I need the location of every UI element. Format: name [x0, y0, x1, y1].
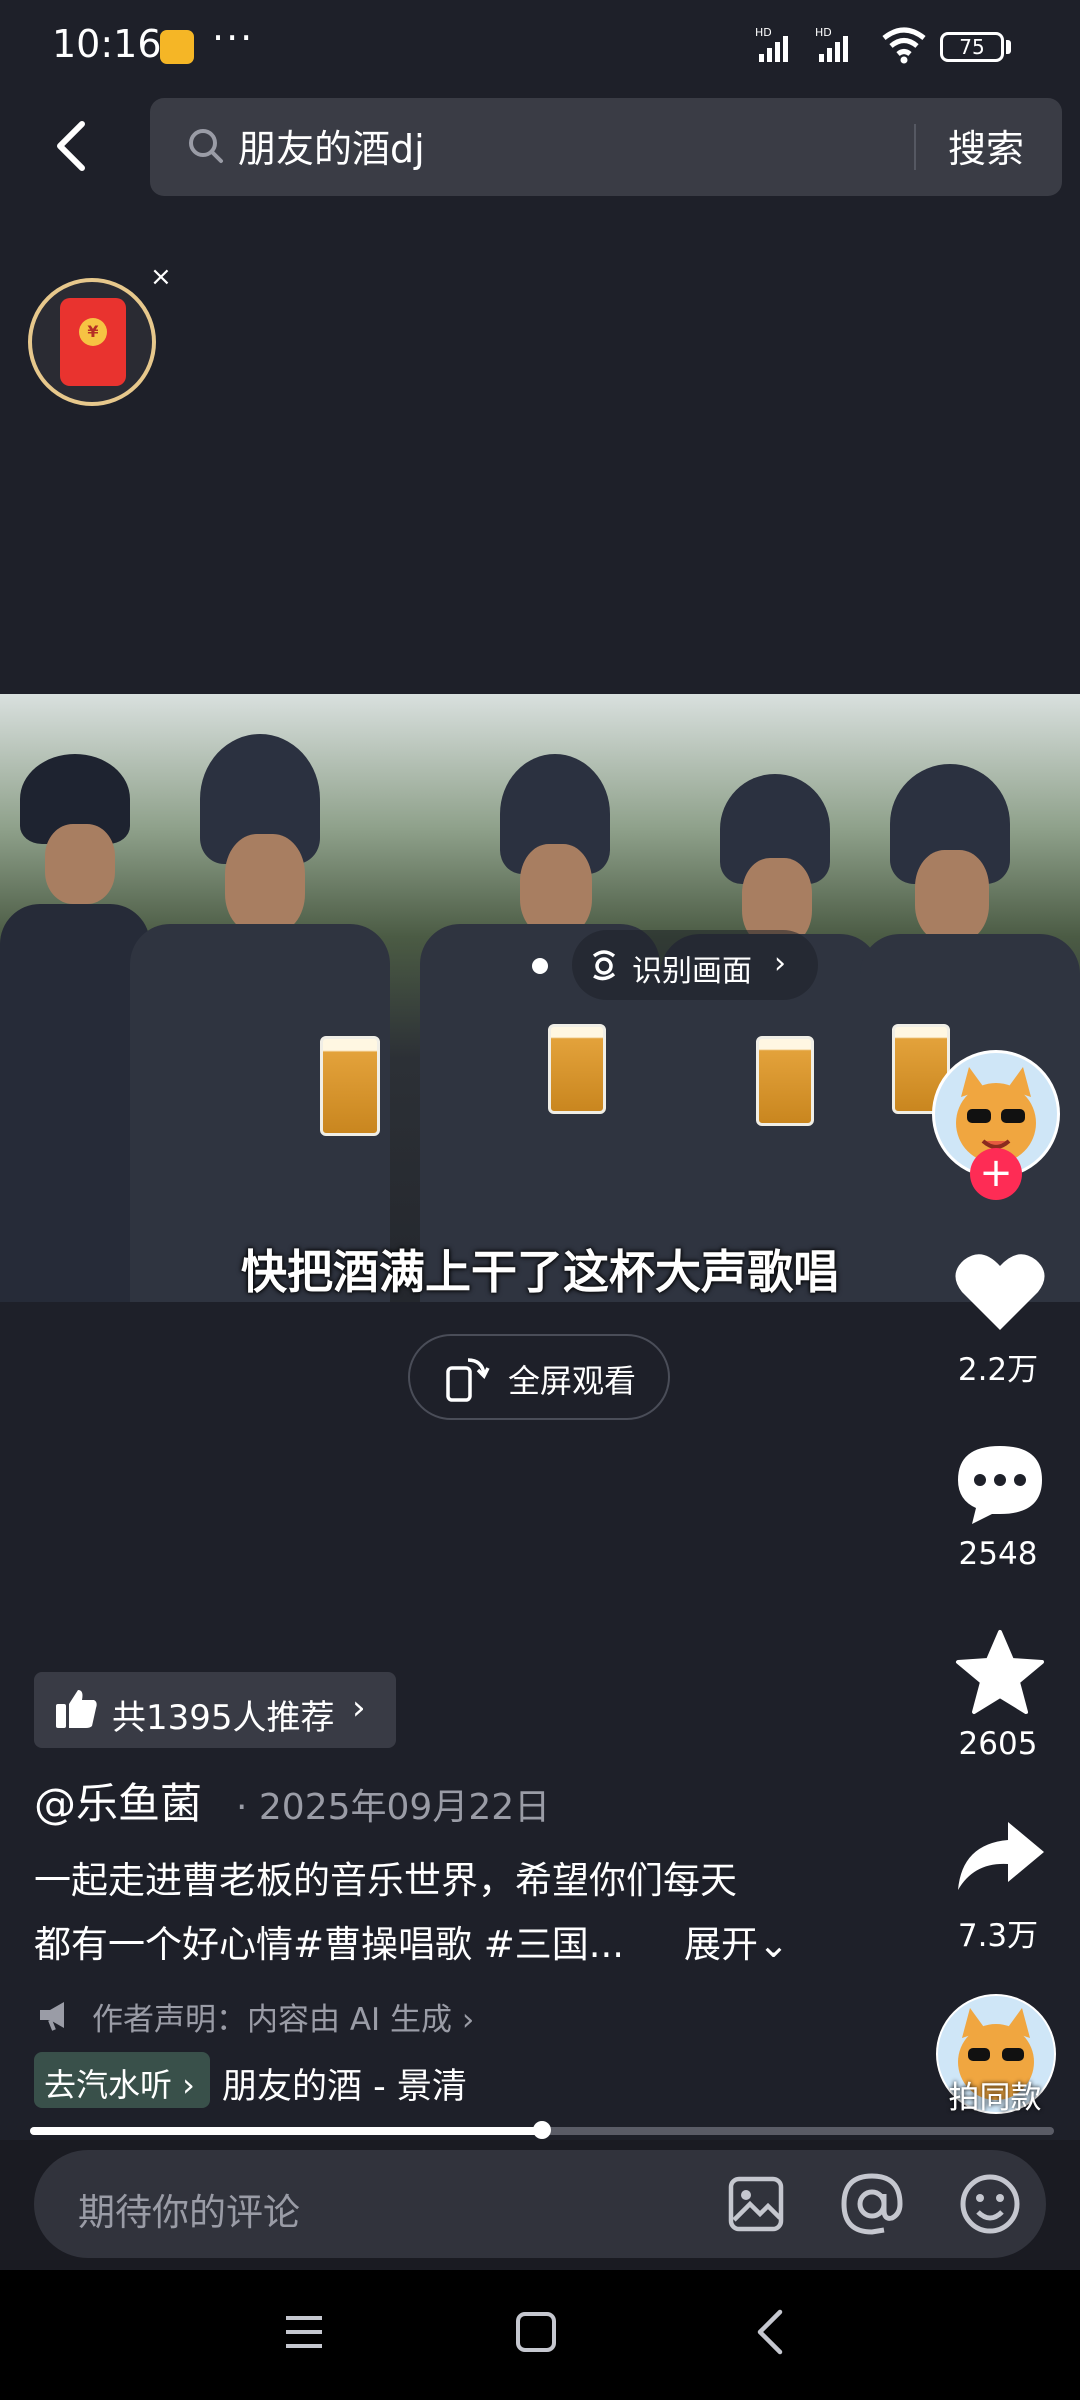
share-count: 7.3万 — [957, 1918, 1039, 1954]
post-date: · 2025年09月22日 — [236, 1787, 551, 1828]
svg-text:HD: HD — [815, 26, 832, 39]
comment-placeholder: 期待你的评论 — [78, 2191, 300, 2234]
chevron-right-icon: › — [352, 1688, 366, 1728]
beer-mug — [548, 1024, 606, 1114]
soldier-figure — [420, 754, 660, 1302]
star-icon — [956, 1630, 1044, 1714]
follow-button[interactable]: + — [970, 1148, 1022, 1200]
music-name[interactable]: 朋友的酒 - 景清 — [222, 2058, 467, 2109]
make-same-label: 拍同款 — [948, 2080, 1042, 2116]
emoji-icon[interactable] — [958, 2172, 1022, 2240]
music-app-tag-label: 去汽水听 › — [44, 2066, 195, 2104]
share-arrow-icon — [958, 1822, 1044, 1890]
comment-count: 2548 — [958, 1536, 1038, 1572]
rotate-screen-icon — [444, 1354, 490, 1408]
ai-notice[interactable]: 作者声明：内容由 AI 生成 › — [92, 1994, 474, 2039]
chevron-right-icon: › — [774, 946, 786, 981]
beer-mug — [320, 1036, 380, 1136]
back-arrow-icon — [57, 121, 85, 171]
battery-cap — [1006, 40, 1011, 54]
heart-icon — [955, 1254, 1045, 1330]
video-player[interactable] — [0, 694, 1080, 1302]
more-notifications-icon: ··· — [212, 16, 255, 60]
like-count: 2.2万 — [957, 1352, 1039, 1388]
notification-icon — [160, 30, 194, 64]
search-icon — [186, 126, 226, 170]
identify-dot — [532, 958, 548, 974]
mention-icon[interactable] — [838, 2170, 906, 2242]
thumbs-up-icon — [54, 1688, 98, 1734]
identify-scene-label: 识别画面 — [632, 954, 752, 989]
back-button[interactable] — [44, 110, 100, 182]
red-envelope-seal: ¥ — [79, 318, 107, 346]
fullscreen-label: 全屏观看 — [508, 1362, 637, 1400]
author-name[interactable]: @乐鱼菌 — [34, 1770, 202, 1831]
image-icon[interactable] — [726, 2174, 786, 2238]
description-line: 一起走进曹老板的音乐世界，希望你们每天 — [34, 1859, 737, 1902]
identify-scene-icon — [586, 946, 622, 986]
comment-button[interactable] — [952, 1440, 1048, 1530]
favorite-count: 2605 — [958, 1726, 1038, 1762]
recent-apps-icon[interactable] — [282, 2310, 326, 2358]
cellular-signal-icon: HD HD — [755, 26, 875, 70]
search-input[interactable]: 朋友的酒dj — [238, 118, 425, 173]
back-icon[interactable] — [752, 2308, 788, 2360]
megaphone-icon — [36, 1998, 76, 2036]
favorite-button[interactable] — [952, 1628, 1048, 1722]
soldier-figure — [0, 754, 150, 1302]
close-red-packet-button[interactable]: × — [150, 262, 172, 292]
battery-icon: 75 — [940, 32, 1004, 62]
soldier-figure — [130, 734, 390, 1302]
expand-description-button[interactable]: 展开⌄ — [684, 1914, 789, 1968]
video-subtitle: 快把酒满上干了这杯大声歌唱 — [241, 1245, 839, 1299]
video-progress-fill — [30, 2127, 542, 2135]
beer-mug — [756, 1036, 814, 1126]
svg-text:HD: HD — [755, 26, 772, 39]
home-icon[interactable] — [514, 2310, 558, 2358]
recommend-label: 共1395人推荐 — [112, 1698, 335, 1738]
search-divider — [914, 124, 916, 170]
share-button[interactable] — [952, 1816, 1048, 1900]
video-progress-thumb[interactable] — [533, 2121, 551, 2139]
wifi-icon — [880, 26, 928, 68]
description-line: 都有一个好心情#曹操唱歌 #三国... — [34, 1923, 625, 1966]
comment-bubble-icon — [958, 1446, 1042, 1524]
like-button[interactable] — [952, 1248, 1048, 1338]
search-button[interactable]: 搜索 — [948, 118, 1024, 173]
status-time: 10:16 — [52, 22, 162, 66]
